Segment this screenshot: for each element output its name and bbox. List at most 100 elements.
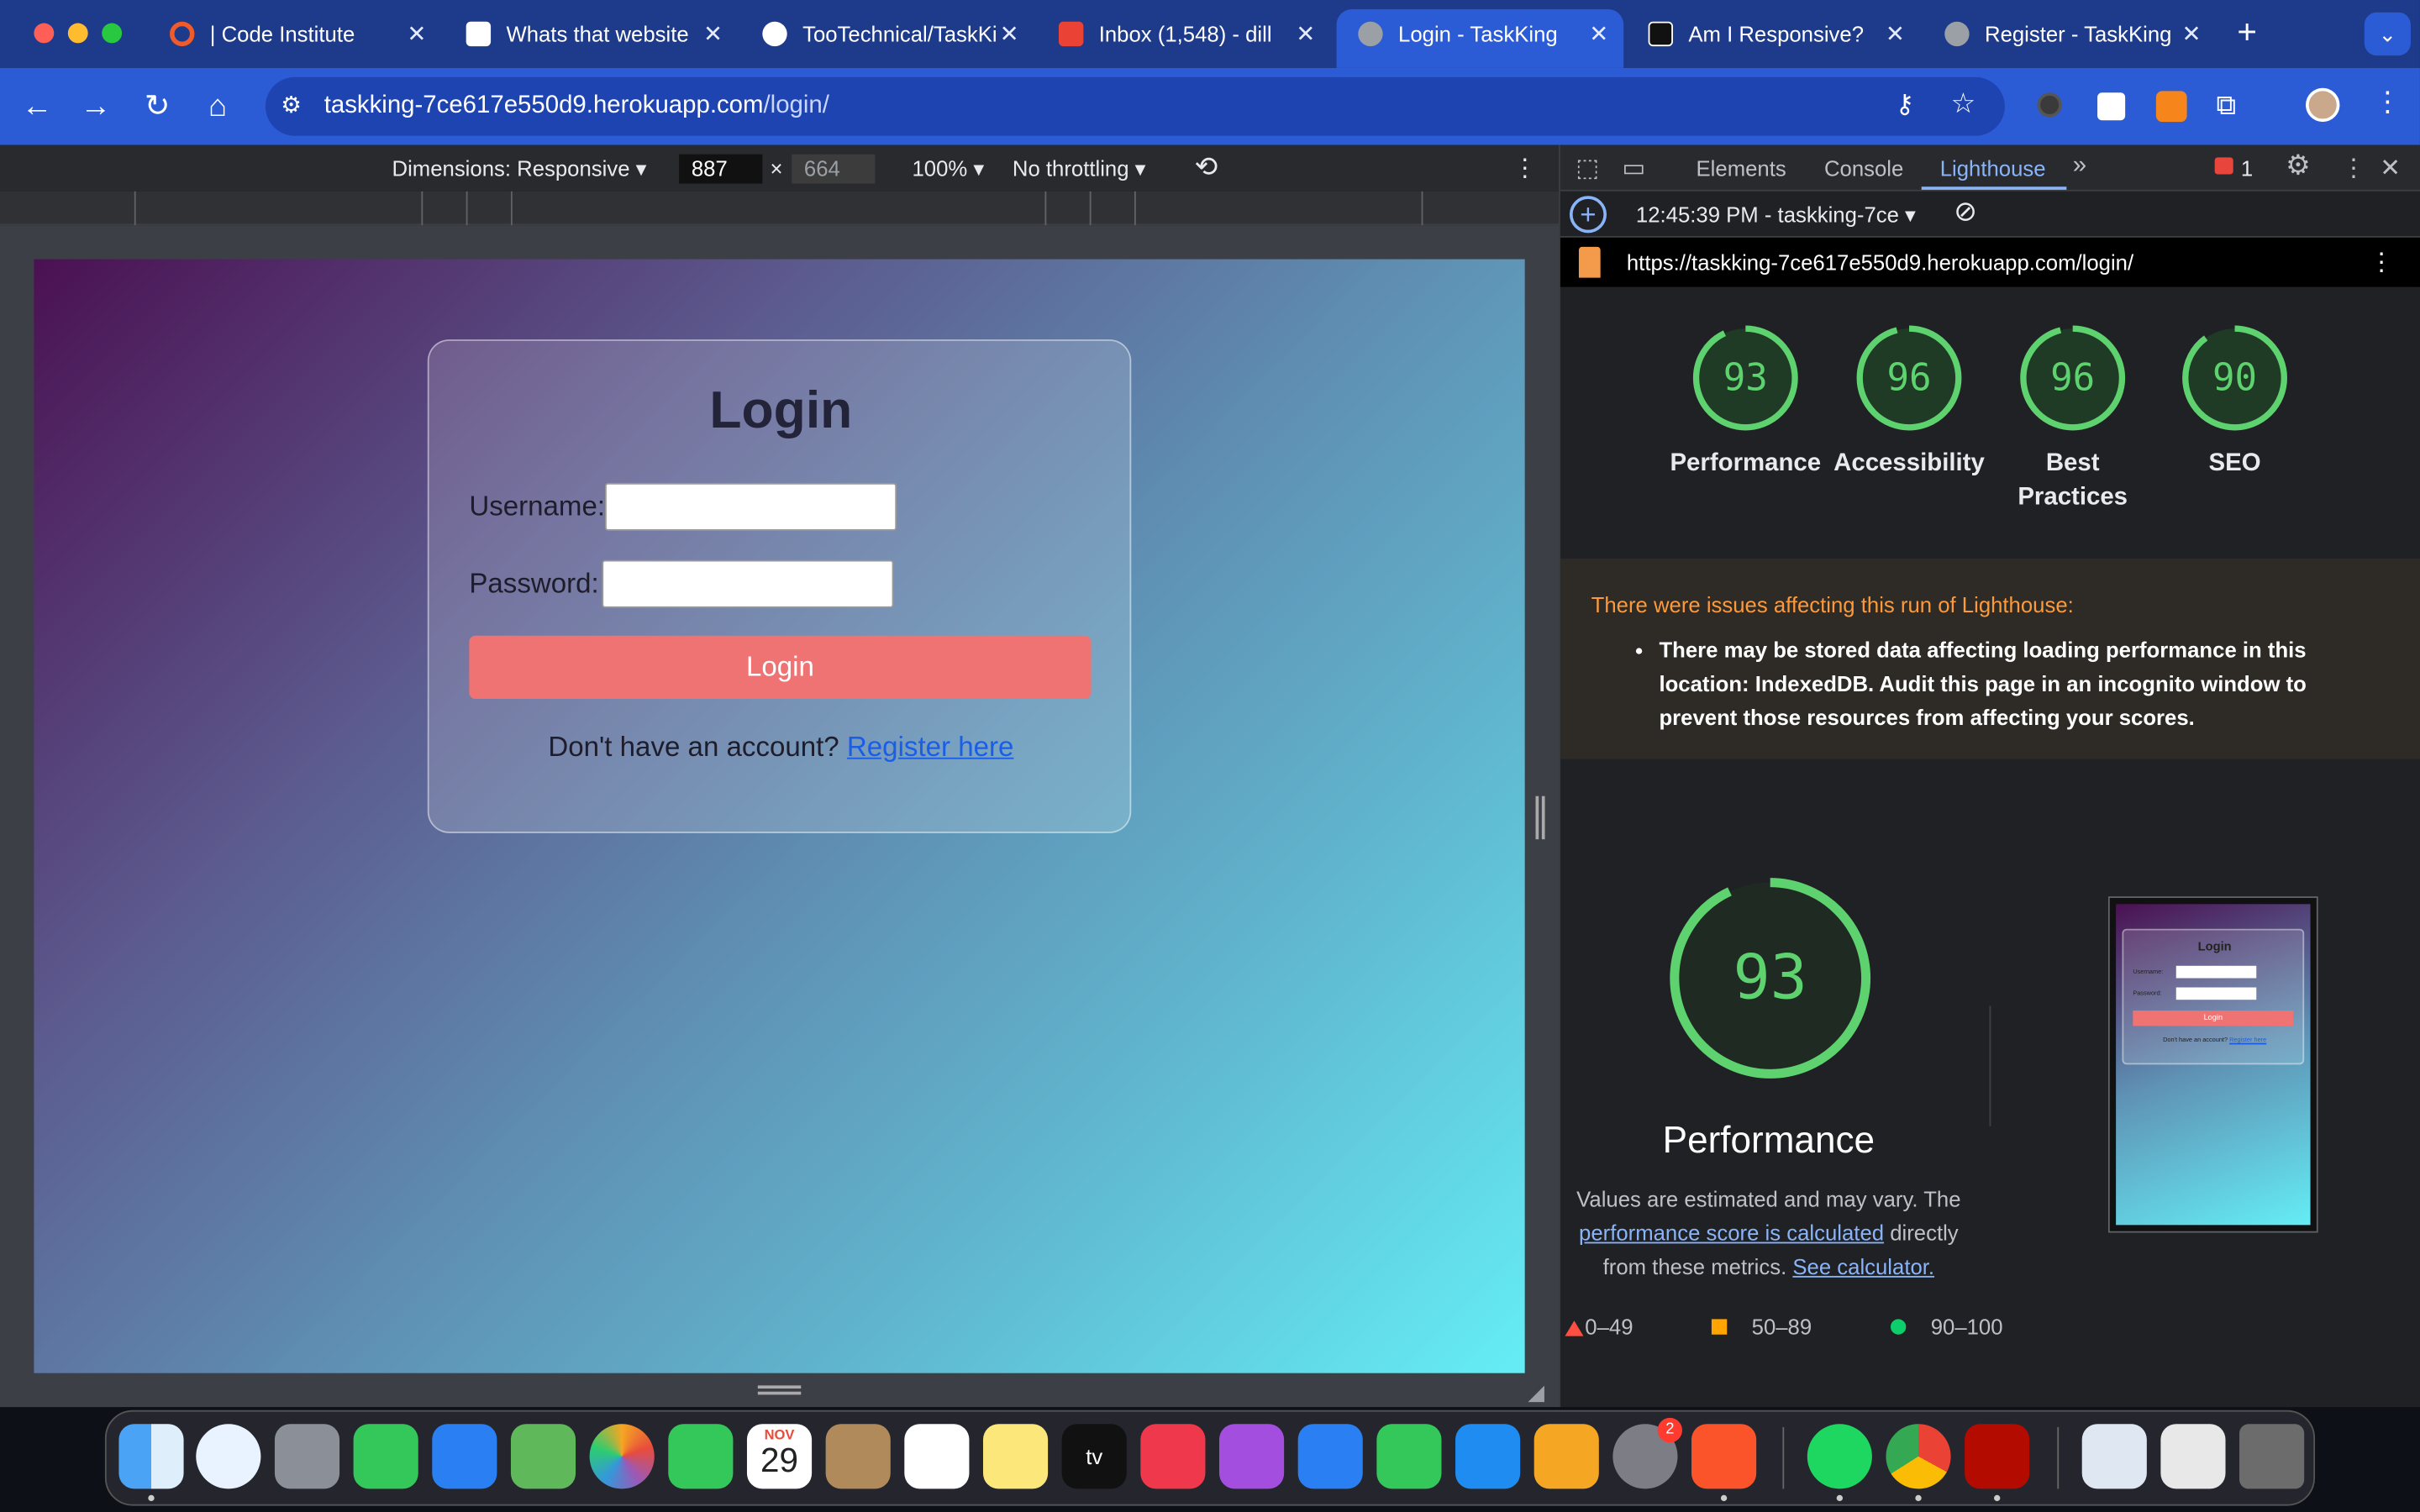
- close-tab-icon[interactable]: ✕: [404, 20, 429, 48]
- settings-gear-icon[interactable]: ⚙: [2286, 150, 2311, 182]
- pages-icon[interactable]: [1534, 1424, 1599, 1489]
- tab-login-taskking[interactable]: Login - TaskKing ✕: [1336, 9, 1624, 68]
- minimize-window-button[interactable]: [67, 23, 88, 44]
- close-tab-icon[interactable]: ✕: [1293, 20, 1318, 48]
- login-button[interactable]: Login: [469, 635, 1092, 700]
- clear-reports-icon[interactable]: ⊘: [1954, 196, 1977, 228]
- bookmark-star-icon[interactable]: ☆: [1951, 88, 1976, 121]
- password-key-icon[interactable]: ⚷: [1895, 90, 1914, 121]
- address-bar[interactable]: ⚙ taskking-7ce617e550d9.herokuapp.com/lo…: [265, 76, 2005, 136]
- register-prompt-text: Don't have an account?: [548, 731, 839, 763]
- forward-icon[interactable]: →: [77, 91, 114, 122]
- podcasts-icon[interactable]: [1218, 1424, 1285, 1489]
- launchpad-icon[interactable]: [274, 1424, 340, 1489]
- spotify-icon[interactable]: [1807, 1424, 1872, 1489]
- tab-elements[interactable]: Elements: [1697, 156, 1786, 181]
- keynote-icon[interactable]: [1297, 1424, 1363, 1489]
- device-toolbar-menu-icon[interactable]: ⋮: [1512, 153, 1537, 184]
- music-icon[interactable]: [1140, 1424, 1206, 1489]
- close-window-button[interactable]: [34, 23, 55, 44]
- browser-menu-icon[interactable]: ⋮: [2374, 87, 2402, 119]
- tab-am-i-responsive[interactable]: Am I Responsive? ✕: [1627, 9, 1920, 59]
- dimensions-select[interactable]: Dimensions: Responsive ▾: [392, 156, 647, 182]
- tv-label: tv: [1086, 1444, 1103, 1469]
- tab-lighthouse[interactable]: Lighthouse: [1940, 156, 2046, 181]
- gauge-best-practices[interactable]: 96: [2018, 324, 2127, 433]
- zoom-select[interactable]: 100% ▾: [912, 156, 984, 182]
- register-link[interactable]: Register here: [847, 732, 1013, 763]
- tab-github[interactable]: TooTechnical/TaskKing ✕: [741, 9, 1034, 59]
- contacts-icon[interactable]: [825, 1424, 891, 1489]
- new-tab-button[interactable]: +: [2228, 14, 2265, 48]
- tab-search-button[interactable]: ⌄: [2364, 12, 2411, 56]
- facetime-icon[interactable]: [668, 1424, 734, 1489]
- width-input[interactable]: 887: [679, 154, 763, 184]
- app-store-icon[interactable]: [1455, 1424, 1521, 1489]
- rotate-icon[interactable]: ⟲: [1195, 151, 1218, 184]
- home-icon[interactable]: ⌂: [199, 91, 236, 122]
- maps-icon[interactable]: [510, 1424, 576, 1489]
- devtools-menu-icon[interactable]: ⋮: [2341, 153, 2365, 184]
- back-icon[interactable]: ←: [18, 91, 55, 122]
- finder-icon[interactable]: [118, 1424, 184, 1489]
- gauge-accessibility[interactable]: 96: [1855, 324, 1964, 433]
- gauge-seo[interactable]: 90: [2181, 324, 2289, 433]
- issues-icon[interactable]: [2214, 157, 2233, 175]
- username-input[interactable]: [604, 482, 897, 531]
- performance-score-link[interactable]: performance score is calculated: [1579, 1221, 1884, 1245]
- close-tab-icon[interactable]: ✕: [701, 20, 725, 48]
- tab-gmail[interactable]: Inbox (1,548) - dill ✕: [1037, 9, 1330, 59]
- zoom-window-button[interactable]: [102, 23, 123, 44]
- notes-icon[interactable]: [982, 1424, 1049, 1489]
- height-input[interactable]: 664: [792, 154, 876, 184]
- close-tab-icon[interactable]: ✕: [2179, 20, 2203, 48]
- mail-icon[interactable]: [432, 1424, 497, 1489]
- brave-icon[interactable]: [1691, 1424, 1757, 1489]
- performance-gauge-large: 93: [1665, 874, 1876, 1084]
- safari-icon[interactable]: [196, 1424, 261, 1489]
- close-devtools-icon[interactable]: ✕: [2380, 153, 2401, 184]
- device-toggle-icon[interactable]: ▭: [1622, 153, 1645, 184]
- more-tabs-icon[interactable]: »: [2073, 153, 2086, 181]
- extension-record-icon[interactable]: [2037, 92, 2062, 118]
- acrobat-icon[interactable]: [1965, 1424, 2030, 1489]
- apple-tv-icon[interactable]: tv: [1061, 1424, 1127, 1489]
- calculator-link[interactable]: See calculator.: [1792, 1254, 1934, 1278]
- extensions-puzzle-icon[interactable]: ⧉: [2217, 90, 2237, 123]
- report-menu-icon[interactable]: ⋮: [2369, 247, 2393, 278]
- reload-icon[interactable]: ↻: [139, 91, 176, 122]
- documents-stack-icon[interactable]: [2081, 1424, 2147, 1489]
- site-info-icon[interactable]: ⚙: [281, 91, 302, 118]
- tab-code-institute[interactable]: | Code Institute ✕: [148, 9, 441, 59]
- running-indicator: [1915, 1494, 1922, 1502]
- chrome-icon[interactable]: [1886, 1424, 1951, 1489]
- report-select[interactable]: 12:45:39 PM - taskking-7ce ▾: [1636, 202, 1916, 228]
- new-report-icon[interactable]: +: [1569, 196, 1607, 234]
- extension-clipboard-icon[interactable]: [2097, 92, 2126, 121]
- messages-icon[interactable]: [353, 1424, 418, 1489]
- resize-corner-icon[interactable]: ◢: [1528, 1379, 1544, 1405]
- calendar-icon[interactable]: NOV 29: [746, 1424, 813, 1489]
- close-tab-icon[interactable]: ✕: [997, 20, 1022, 48]
- metamask-icon[interactable]: [2155, 91, 2187, 123]
- resize-handle-right[interactable]: [1535, 795, 1539, 840]
- close-tab-icon[interactable]: ✕: [1883, 20, 1907, 48]
- gauge-performance[interactable]: 93: [1691, 324, 1800, 433]
- profile-avatar[interactable]: [2306, 87, 2340, 123]
- numbers-icon[interactable]: [1376, 1424, 1442, 1489]
- resize-handle-bottom[interactable]: [757, 1385, 802, 1389]
- photos-icon[interactable]: [589, 1424, 655, 1489]
- trash-icon[interactable]: [2239, 1424, 2305, 1489]
- downloads-stack-icon[interactable]: [2160, 1424, 2226, 1489]
- reminders-icon[interactable]: [904, 1424, 970, 1489]
- score-value: 93: [1723, 356, 1768, 400]
- password-input[interactable]: [602, 559, 894, 608]
- close-tab-icon[interactable]: ✕: [1586, 20, 1611, 48]
- tab-register-taskking[interactable]: Register - TaskKing ✕: [1923, 9, 2217, 59]
- media-query-ruler[interactable]: [0, 191, 1560, 226]
- tab-whats-that-website[interactable]: Whats that website ✕: [445, 9, 738, 59]
- tab-console[interactable]: Console: [1824, 156, 1903, 181]
- inspect-element-icon[interactable]: ⬚: [1576, 153, 1599, 184]
- throttling-select[interactable]: No throttling ▾: [1013, 156, 1146, 182]
- page-screenshot-thumbnail[interactable]: Login Username: Password: Login Don't ha…: [2107, 896, 2318, 1233]
